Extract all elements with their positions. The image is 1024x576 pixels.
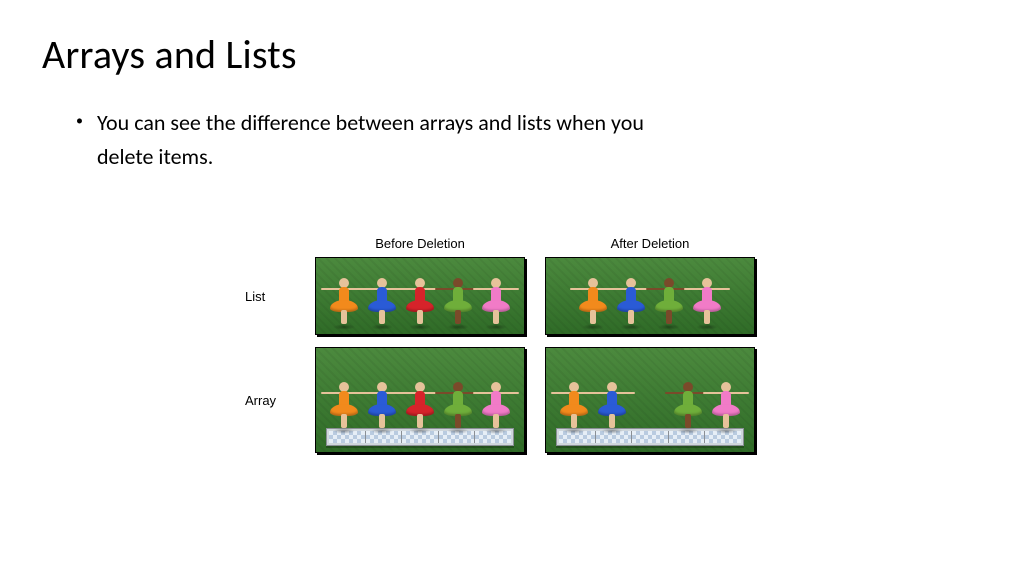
dancer-pink (690, 274, 724, 326)
dancer-shadow (333, 324, 355, 330)
dancer-legs (417, 310, 423, 324)
dancer-shadow (447, 324, 469, 330)
panel-list-before (315, 257, 525, 335)
dancer-blue (365, 378, 399, 430)
dancer-legs (341, 310, 347, 324)
dancer-legs (493, 310, 499, 324)
dancer-orange (327, 378, 361, 430)
dancer-shadow (677, 428, 699, 434)
dancer-shadow (601, 428, 623, 434)
dancer-green (441, 274, 475, 326)
col-header-before: Before Deletion (315, 236, 525, 251)
dancer-blue (595, 378, 629, 430)
dancer-legs (628, 310, 634, 324)
dancer-legs (723, 414, 729, 428)
row-label-list: List (245, 289, 315, 304)
dancers-row (546, 378, 754, 430)
slide-body: • You can see the difference between arr… (76, 106, 964, 174)
dancer-pink (479, 274, 513, 326)
dancer-shadow (485, 428, 507, 434)
dancer-shadow (620, 324, 642, 330)
dancer-orange (557, 378, 591, 430)
dancer-shadow (447, 428, 469, 434)
dancer-shadow (485, 324, 507, 330)
dancer-green (441, 378, 475, 430)
dancer-legs (609, 414, 615, 428)
panel-list-after (545, 257, 755, 335)
dancer-shadow (715, 428, 737, 434)
dancer-shadow (333, 428, 355, 434)
dancer-green (652, 274, 686, 326)
dancers-row (546, 274, 754, 326)
dancer-shadow (371, 324, 393, 330)
diagram: Before Deletion After Deletion List Arra… (245, 236, 785, 465)
dancer-shadow (371, 428, 393, 434)
dancer-legs (379, 310, 385, 324)
dancer-legs (455, 310, 461, 324)
dancer-legs (590, 310, 596, 324)
dancers-row (316, 378, 524, 430)
dancer-orange (327, 274, 361, 326)
platform-tile (632, 431, 669, 443)
dancer-shadow (658, 324, 680, 330)
dancers-row (316, 274, 524, 326)
dancer-legs (417, 414, 423, 428)
row-label-array: Array (245, 393, 315, 408)
dancer-shadow (409, 428, 431, 434)
dancer-legs (455, 414, 461, 428)
slide-title: Arrays and Lists (42, 30, 297, 79)
bullet-text: You can see the difference between array… (97, 106, 657, 174)
dancer-shadow (582, 324, 604, 330)
dancer-pink (479, 378, 513, 430)
dancer-blue (365, 274, 399, 326)
dancer-blue (614, 274, 648, 326)
dancer-green (671, 378, 705, 430)
panel-array-after (545, 347, 755, 453)
dancer-legs (341, 414, 347, 428)
platform-tiles (559, 431, 741, 443)
dancer-legs (685, 414, 691, 428)
dancer-red (403, 378, 437, 430)
diagram-column-headers: Before Deletion After Deletion (245, 236, 785, 251)
row-array: Array (245, 347, 785, 453)
panel-array-before (315, 347, 525, 453)
bullet-dot-icon: • (76, 107, 83, 135)
bullet-item: • You can see the difference between arr… (76, 106, 964, 174)
slide: Arrays and Lists • You can see the diffe… (0, 0, 1024, 576)
dancer-pink (709, 378, 743, 430)
row-list: List (245, 257, 785, 335)
dancer-legs (704, 310, 710, 324)
dancer-legs (493, 414, 499, 428)
dancer-shadow (563, 428, 585, 434)
dancer-shadow (409, 324, 431, 330)
dancer-legs (571, 414, 577, 428)
dancer-orange (576, 274, 610, 326)
dancer-legs (666, 310, 672, 324)
dancer-shadow (696, 324, 718, 330)
dancer-legs (379, 414, 385, 428)
col-header-after: After Deletion (545, 236, 755, 251)
dancer-red (403, 274, 437, 326)
